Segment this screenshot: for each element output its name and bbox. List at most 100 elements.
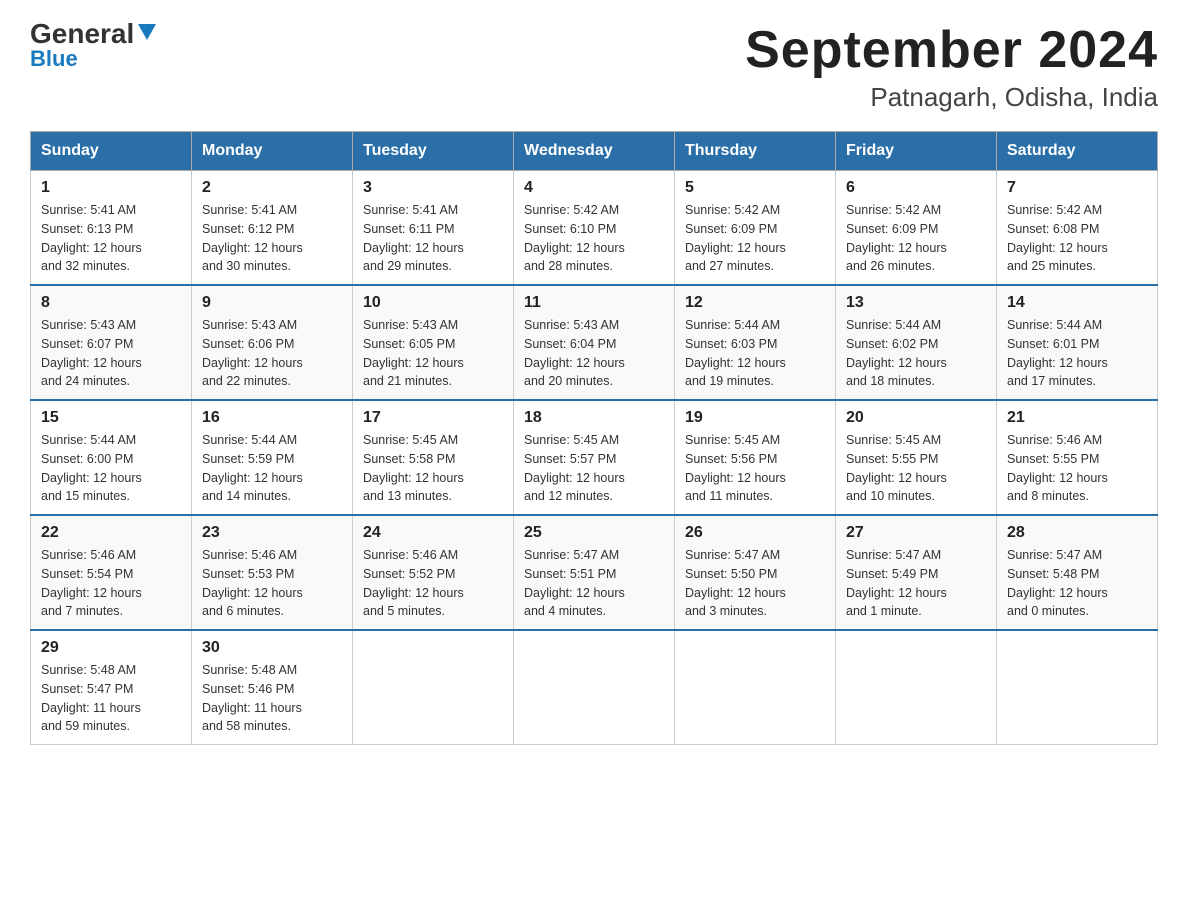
day-number: 8 bbox=[41, 294, 181, 312]
day-info: Sunrise: 5:44 AMSunset: 6:00 PMDaylight:… bbox=[41, 431, 181, 506]
day-number: 1 bbox=[41, 179, 181, 197]
day-info: Sunrise: 5:42 AMSunset: 6:10 PMDaylight:… bbox=[524, 201, 664, 276]
day-info: Sunrise: 5:45 AMSunset: 5:57 PMDaylight:… bbox=[524, 431, 664, 506]
day-info: Sunrise: 5:47 AMSunset: 5:51 PMDaylight:… bbox=[524, 546, 664, 621]
logo-general: General bbox=[30, 20, 134, 48]
table-row: 18 Sunrise: 5:45 AMSunset: 5:57 PMDayligh… bbox=[514, 400, 675, 515]
table-row: 10 Sunrise: 5:43 AMSunset: 6:05 PMDayligh… bbox=[353, 285, 514, 400]
logo-triangle-icon bbox=[136, 20, 158, 42]
calendar-table: Sunday Monday Tuesday Wednesday Thursday… bbox=[30, 131, 1158, 745]
day-info: Sunrise: 5:46 AMSunset: 5:53 PMDaylight:… bbox=[202, 546, 342, 621]
table-row: 2 Sunrise: 5:41 AMSunset: 6:12 PMDaylight… bbox=[192, 171, 353, 286]
day-number: 13 bbox=[846, 294, 986, 312]
day-info: Sunrise: 5:47 AMSunset: 5:49 PMDaylight:… bbox=[846, 546, 986, 621]
day-info: Sunrise: 5:47 AMSunset: 5:50 PMDaylight:… bbox=[685, 546, 825, 621]
day-info: Sunrise: 5:43 AMSunset: 6:07 PMDaylight:… bbox=[41, 316, 181, 391]
col-wednesday: Wednesday bbox=[514, 132, 675, 171]
table-row: 21Sunrise: 5:46 AMSunset: 5:55 PMDayligh… bbox=[997, 400, 1158, 515]
col-monday: Monday bbox=[192, 132, 353, 171]
table-row bbox=[836, 630, 997, 745]
table-row bbox=[997, 630, 1158, 745]
col-saturday: Saturday bbox=[997, 132, 1158, 171]
calendar-header-row: Sunday Monday Tuesday Wednesday Thursday… bbox=[31, 132, 1158, 171]
table-row: 12 Sunrise: 5:44 AMSunset: 6:03 PMDayligh… bbox=[675, 285, 836, 400]
day-info: Sunrise: 5:48 AMSunset: 5:47 PMDaylight:… bbox=[41, 661, 181, 736]
table-row: 28 Sunrise: 5:47 AMSunset: 5:48 PMDayligh… bbox=[997, 515, 1158, 630]
calendar-week-row: 8 Sunrise: 5:43 AMSunset: 6:07 PMDaylight… bbox=[31, 285, 1158, 400]
day-number: 18 bbox=[524, 409, 664, 427]
title-area: September 2024 Patnagarh, Odisha, India bbox=[745, 20, 1158, 113]
day-info: Sunrise: 5:43 AMSunset: 6:05 PMDaylight:… bbox=[363, 316, 503, 391]
day-info: Sunrise: 5:41 AMSunset: 6:12 PMDaylight:… bbox=[202, 201, 342, 276]
day-number: 26 bbox=[685, 524, 825, 542]
day-number: 10 bbox=[363, 294, 503, 312]
day-number: 15 bbox=[41, 409, 181, 427]
calendar-week-row: 29 Sunrise: 5:48 AMSunset: 5:47 PMDayligh… bbox=[31, 630, 1158, 745]
table-row: 3 Sunrise: 5:41 AMSunset: 6:11 PMDaylight… bbox=[353, 171, 514, 286]
day-number: 20 bbox=[846, 409, 986, 427]
day-number: 22 bbox=[41, 524, 181, 542]
table-row: 26 Sunrise: 5:47 AMSunset: 5:50 PMDayligh… bbox=[675, 515, 836, 630]
day-number: 7 bbox=[1007, 179, 1147, 197]
day-number: 11 bbox=[524, 294, 664, 312]
table-row: 29 Sunrise: 5:48 AMSunset: 5:47 PMDayligh… bbox=[31, 630, 192, 745]
table-row: 24 Sunrise: 5:46 AMSunset: 5:52 PMDayligh… bbox=[353, 515, 514, 630]
day-number: 19 bbox=[685, 409, 825, 427]
col-tuesday: Tuesday bbox=[353, 132, 514, 171]
day-number: 17 bbox=[363, 409, 503, 427]
col-sunday: Sunday bbox=[31, 132, 192, 171]
day-info: Sunrise: 5:41 AMSunset: 6:13 PMDaylight:… bbox=[41, 201, 181, 276]
page-header: General Blue September 2024 Patnagarh, O… bbox=[30, 20, 1158, 113]
day-info: Sunrise: 5:45 AMSunset: 5:55 PMDaylight:… bbox=[846, 431, 986, 506]
day-number: 25 bbox=[524, 524, 664, 542]
table-row: 1 Sunrise: 5:41 AMSunset: 6:13 PMDaylight… bbox=[31, 171, 192, 286]
calendar-subtitle: Patnagarh, Odisha, India bbox=[745, 82, 1158, 113]
day-number: 5 bbox=[685, 179, 825, 197]
table-row: 13 Sunrise: 5:44 AMSunset: 6:02 PMDayligh… bbox=[836, 285, 997, 400]
day-number: 30 bbox=[202, 639, 342, 657]
day-info: Sunrise: 5:48 AMSunset: 5:46 PMDaylight:… bbox=[202, 661, 342, 736]
day-info: Sunrise: 5:44 AMSunset: 6:03 PMDaylight:… bbox=[685, 316, 825, 391]
day-number: 29 bbox=[41, 639, 181, 657]
table-row: 27Sunrise: 5:47 AMSunset: 5:49 PMDayligh… bbox=[836, 515, 997, 630]
day-number: 3 bbox=[363, 179, 503, 197]
table-row: 6 Sunrise: 5:42 AMSunset: 6:09 PMDaylight… bbox=[836, 171, 997, 286]
table-row: 11 Sunrise: 5:43 AMSunset: 6:04 PMDayligh… bbox=[514, 285, 675, 400]
day-info: Sunrise: 5:44 AMSunset: 5:59 PMDaylight:… bbox=[202, 431, 342, 506]
day-number: 2 bbox=[202, 179, 342, 197]
table-row: 14Sunrise: 5:44 AMSunset: 6:01 PMDayligh… bbox=[997, 285, 1158, 400]
day-info: Sunrise: 5:45 AMSunset: 5:58 PMDaylight:… bbox=[363, 431, 503, 506]
day-number: 12 bbox=[685, 294, 825, 312]
day-info: Sunrise: 5:43 AMSunset: 6:04 PMDaylight:… bbox=[524, 316, 664, 391]
day-number: 28 bbox=[1007, 524, 1147, 542]
day-info: Sunrise: 5:44 AMSunset: 6:01 PMDaylight:… bbox=[1007, 316, 1147, 391]
calendar-week-row: 22 Sunrise: 5:46 AMSunset: 5:54 PMDayligh… bbox=[31, 515, 1158, 630]
day-info: Sunrise: 5:41 AMSunset: 6:11 PMDaylight:… bbox=[363, 201, 503, 276]
table-row: 4Sunrise: 5:42 AMSunset: 6:10 PMDaylight… bbox=[514, 171, 675, 286]
day-info: Sunrise: 5:47 AMSunset: 5:48 PMDaylight:… bbox=[1007, 546, 1147, 621]
calendar-title: September 2024 bbox=[745, 20, 1158, 80]
day-number: 16 bbox=[202, 409, 342, 427]
day-number: 6 bbox=[846, 179, 986, 197]
table-row: 23 Sunrise: 5:46 AMSunset: 5:53 PMDayligh… bbox=[192, 515, 353, 630]
logo-blue: Blue bbox=[30, 46, 78, 72]
day-info: Sunrise: 5:46 AMSunset: 5:54 PMDaylight:… bbox=[41, 546, 181, 621]
day-info: Sunrise: 5:46 AMSunset: 5:55 PMDaylight:… bbox=[1007, 431, 1147, 506]
day-info: Sunrise: 5:44 AMSunset: 6:02 PMDaylight:… bbox=[846, 316, 986, 391]
col-friday: Friday bbox=[836, 132, 997, 171]
calendar-week-row: 15 Sunrise: 5:44 AMSunset: 6:00 PMDayligh… bbox=[31, 400, 1158, 515]
table-row: 9Sunrise: 5:43 AMSunset: 6:06 PMDaylight… bbox=[192, 285, 353, 400]
day-info: Sunrise: 5:42 AMSunset: 6:09 PMDaylight:… bbox=[685, 201, 825, 276]
day-number: 23 bbox=[202, 524, 342, 542]
table-row bbox=[514, 630, 675, 745]
logo: General Blue bbox=[30, 20, 158, 72]
day-info: Sunrise: 5:43 AMSunset: 6:06 PMDaylight:… bbox=[202, 316, 342, 391]
day-info: Sunrise: 5:42 AMSunset: 6:09 PMDaylight:… bbox=[846, 201, 986, 276]
col-thursday: Thursday bbox=[675, 132, 836, 171]
table-row: 22 Sunrise: 5:46 AMSunset: 5:54 PMDayligh… bbox=[31, 515, 192, 630]
table-row: 5 Sunrise: 5:42 AMSunset: 6:09 PMDaylight… bbox=[675, 171, 836, 286]
day-number: 24 bbox=[363, 524, 503, 542]
calendar-week-row: 1 Sunrise: 5:41 AMSunset: 6:13 PMDaylight… bbox=[31, 171, 1158, 286]
day-info: Sunrise: 5:46 AMSunset: 5:52 PMDaylight:… bbox=[363, 546, 503, 621]
table-row: 20 Sunrise: 5:45 AMSunset: 5:55 PMDayligh… bbox=[836, 400, 997, 515]
